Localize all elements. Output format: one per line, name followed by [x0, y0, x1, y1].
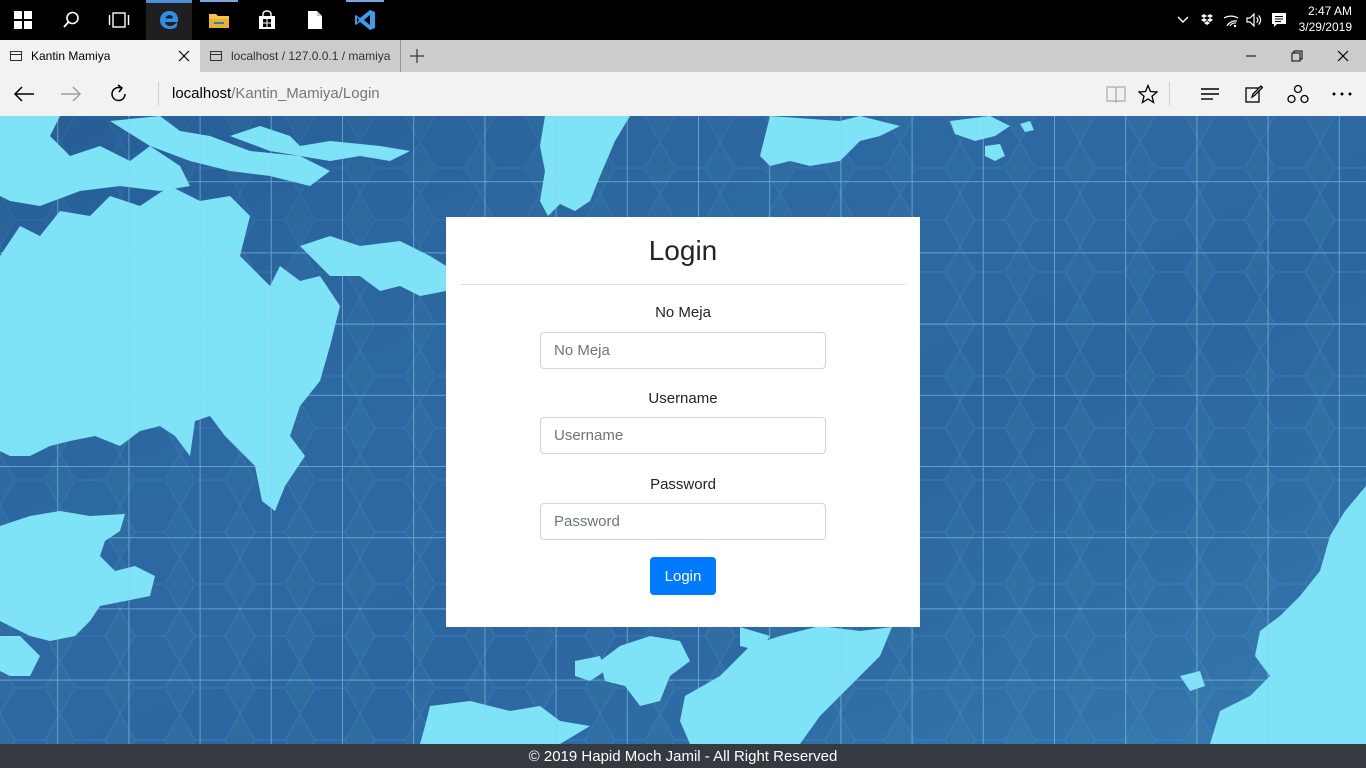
chevron-up-icon[interactable]	[1171, 0, 1195, 40]
tab-kantin-mamiya[interactable]: Kantin Mamiya	[0, 40, 200, 72]
back-arrow-icon	[13, 86, 34, 102]
edge-icon[interactable]	[146, 0, 192, 40]
close-icon	[1337, 50, 1349, 62]
refresh-button[interactable]	[96, 72, 142, 116]
file-explorer-icon[interactable]	[196, 0, 242, 40]
no-meja-input[interactable]	[540, 332, 826, 369]
title-divider	[461, 284, 905, 285]
refresh-icon	[111, 84, 126, 102]
browser-tab-strip: Kantin Mamiya localhost / 127.0.0.1 / ma…	[0, 40, 1366, 72]
volume-icon[interactable]	[1243, 0, 1267, 40]
web-note-button[interactable]	[1231, 72, 1277, 116]
task-view-icon[interactable]	[96, 0, 142, 40]
tab-divider	[400, 40, 401, 72]
restore-icon	[1291, 50, 1303, 62]
reading-view-icon	[1106, 86, 1126, 103]
page-viewport: Login No Meja Username Password Login	[0, 116, 1366, 744]
dropbox-icon[interactable]	[1195, 0, 1219, 40]
login-card: Login No Meja Username Password Login	[446, 217, 920, 627]
star-icon	[1138, 84, 1158, 104]
browser-toolbar: localhost/Kantin_Mamiya/Login	[0, 72, 1366, 116]
plus-icon	[410, 49, 424, 63]
close-tab-icon[interactable]	[176, 48, 192, 64]
hub-button[interactable]	[1187, 72, 1233, 116]
restore-button[interactable]	[1274, 40, 1320, 72]
no-meja-label: No Meja	[655, 304, 711, 321]
login-title: Login	[648, 235, 718, 266]
footer-copyright: © 2019 Hapid Moch Jamil - All Right Rese…	[528, 748, 838, 765]
hub-icon	[1201, 88, 1219, 100]
favorite-button[interactable]	[1125, 72, 1171, 116]
notification-icon[interactable]	[1267, 0, 1291, 40]
store-icon[interactable]	[244, 0, 290, 40]
close-window-button[interactable]	[1320, 40, 1366, 72]
taskbar-clock[interactable]: 2:47 AM 3/29/2019	[1299, 3, 1352, 35]
clock-date: 3/29/2019	[1298, 20, 1352, 34]
share-icon	[1287, 84, 1309, 104]
login-button[interactable]: Login	[650, 557, 716, 595]
tab-title: Kantin Mamiya	[31, 49, 111, 63]
username-label: Username	[648, 390, 718, 407]
password-input[interactable]	[540, 503, 826, 540]
vscode-icon[interactable]	[342, 0, 388, 40]
url-path: /Kantin_Mamiya/Login	[231, 85, 380, 102]
tab-title: localhost / 127.0.0.1 / mamiya	[231, 49, 391, 63]
minimize-button[interactable]	[1228, 40, 1274, 72]
minimize-icon	[1246, 55, 1256, 57]
toolbar-divider	[1169, 82, 1170, 106]
address-bar[interactable]: localhost/Kantin_Mamiya/Login	[158, 82, 380, 106]
tab-phpmyadmin[interactable]: localhost / 127.0.0.1 / mamiya	[200, 40, 400, 72]
back-button[interactable]	[1, 72, 47, 116]
more-icon	[1332, 92, 1352, 96]
page-icon	[10, 51, 22, 61]
clock-time: 2:47 AM	[1307, 4, 1352, 18]
forward-button[interactable]	[48, 72, 94, 116]
password-label: Password	[650, 476, 716, 493]
search-icon[interactable]	[48, 0, 94, 40]
url-host: localhost	[172, 85, 232, 102]
more-button[interactable]	[1319, 72, 1365, 116]
wifi-icon[interactable]	[1219, 0, 1243, 40]
windows-taskbar: 2:47 AM 3/29/2019	[0, 0, 1366, 40]
page-icon	[210, 51, 222, 61]
new-tab-button[interactable]	[404, 40, 430, 72]
pen-icon	[1245, 85, 1263, 103]
windows-start-icon[interactable]	[0, 0, 46, 40]
username-input[interactable]	[540, 417, 826, 454]
page-footer: © 2019 Hapid Moch Jamil - All Right Rese…	[0, 744, 1366, 768]
forward-arrow-icon	[61, 86, 82, 102]
share-button[interactable]	[1275, 72, 1321, 116]
document-icon[interactable]	[292, 0, 338, 40]
